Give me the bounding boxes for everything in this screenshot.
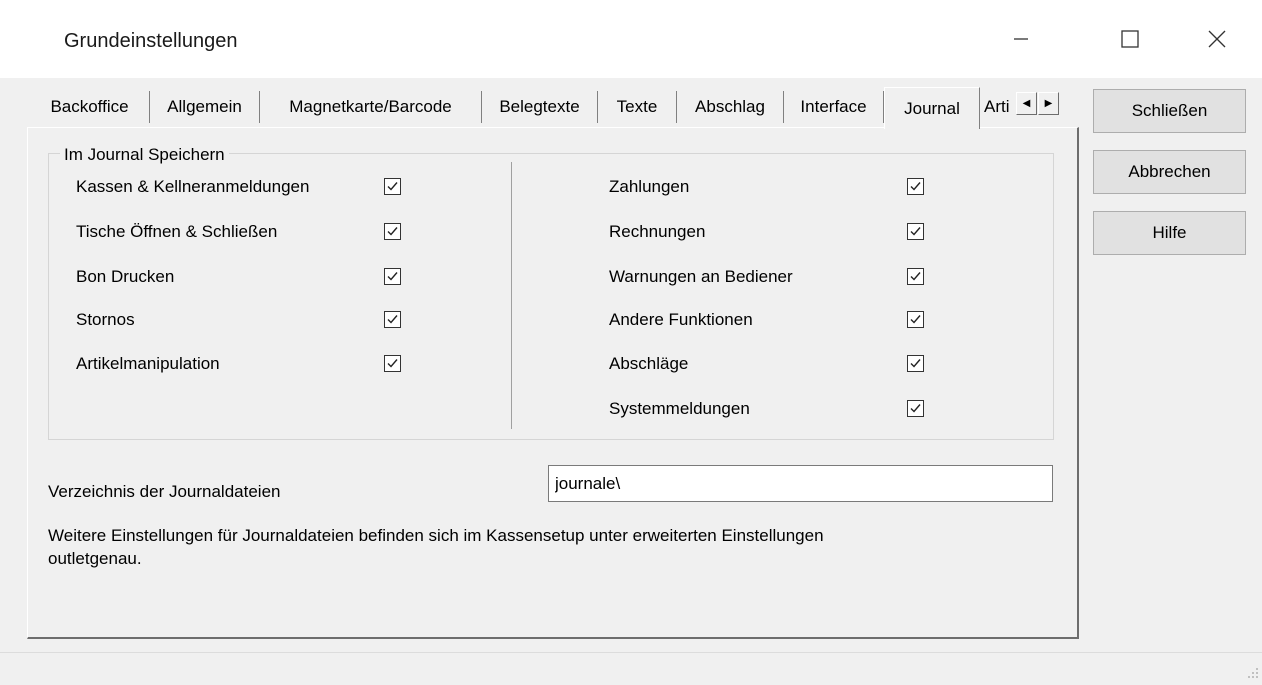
checkbox-zahlungen[interactable] [907,178,924,195]
tab-label: Backoffice [50,97,129,116]
tab-label: Journal [904,98,960,118]
close-button-label: Schließen [1131,101,1208,120]
tab-label: Belegtexte [499,97,580,116]
tab-backoffice[interactable]: Backoffice [30,91,150,123]
minimize-button[interactable] [990,0,1052,78]
checkbox-kassen-kellneranmeldungen[interactable] [384,178,401,195]
tab-label: Magnetkarte/Barcode [289,97,452,116]
checkmark-icon [387,359,398,368]
checkmark-icon [387,227,398,236]
tab-magnetkarte-barcode[interactable]: Magnetkarte/Barcode [260,91,482,123]
cancel-button-label: Abbrechen [1128,162,1211,181]
checkmark-icon [910,315,921,324]
label-tische-oeffnen: Tische Öffnen & Schließen [76,222,278,241]
label-systemmeldungen: Systemmeldungen [609,399,750,418]
checkmark-icon [910,227,921,236]
tab-interface[interactable]: Interface [784,91,884,123]
resize-grip-icon[interactable] [1244,664,1260,680]
arrow-right-icon: ▶ [1044,98,1053,109]
close-icon [1208,30,1226,48]
checkmark-icon [910,182,921,191]
tab-label: Abschlag [695,97,765,116]
label-stornos: Stornos [76,310,135,329]
status-bar [0,652,1262,685]
tab-texte[interactable]: Texte [598,91,677,123]
label-bon-drucken: Bon Drucken [76,267,175,286]
arrow-left-icon: ◀ [1022,98,1031,109]
close-window-button[interactable] [1186,0,1248,78]
checkbox-warnungen-an-bediener[interactable] [907,268,924,285]
cancel-button[interactable]: Abbrechen [1093,150,1246,194]
group-separator [511,162,512,429]
help-button-label: Hilfe [1152,223,1187,242]
label-warnungen-an-bediener: Warnungen an Bediener [609,267,793,286]
label-kassen-kellneranmeldungen: Kassen & Kellneranmeldungen [76,177,310,196]
checkmark-icon [910,359,921,368]
label-andere-funktionen: Andere Funktionen [609,310,753,329]
maximize-button[interactable] [1099,0,1161,78]
checkmark-icon [387,182,398,191]
checkbox-andere-funktionen[interactable] [907,311,924,328]
tab-scroll-left-button[interactable]: ◀ [1016,92,1037,115]
checkbox-rechnungen[interactable] [907,223,924,240]
label-rechnungen: Rechnungen [609,222,706,241]
close-button[interactable]: Schließen [1093,89,1246,133]
checkmark-icon [387,315,398,324]
journal-dir-input[interactable] [548,465,1053,502]
group-title: Im Journal Speichern [60,145,229,165]
info-text-line-1: Weitere Einstellungen für Journaldateien… [48,526,824,545]
tab-belegtexte[interactable]: Belegtexte [482,91,598,123]
minimize-icon [1014,38,1028,40]
tab-label: Interface [800,97,867,116]
checkbox-stornos[interactable] [384,311,401,328]
checkbox-abschlaege[interactable] [907,355,924,372]
label-artikelmanipulation: Artikelmanipulation [76,354,220,373]
tab-label: Arti [984,97,1010,116]
info-text-line-2: outletgenau. [48,549,142,568]
checkbox-bon-drucken[interactable] [384,268,401,285]
label-abschlaege: Abschläge [609,354,689,373]
checkmark-icon [910,272,921,281]
journal-dir-label: Verzeichnis der Journaldateien [48,482,281,501]
tab-arti[interactable]: Arti [980,91,1016,123]
maximize-icon [1121,30,1139,48]
checkbox-systemmeldungen[interactable] [907,400,924,417]
tab-scroll-right-button[interactable]: ▶ [1038,92,1059,115]
checkbox-artikelmanipulation[interactable] [384,355,401,372]
tab-label: Allgemein [167,97,242,116]
window-title: Grundeinstellungen [64,30,238,52]
checkbox-tische-oeffnen[interactable] [384,223,401,240]
checkmark-icon [387,272,398,281]
help-button[interactable]: Hilfe [1093,211,1246,255]
tab-journal[interactable]: Journal [884,87,980,129]
label-zahlungen: Zahlungen [609,177,690,196]
tab-abschlag[interactable]: Abschlag [677,91,784,123]
checkmark-icon [910,404,921,413]
tab-label: Texte [616,97,658,116]
tab-allgemein[interactable]: Allgemein [150,91,260,123]
